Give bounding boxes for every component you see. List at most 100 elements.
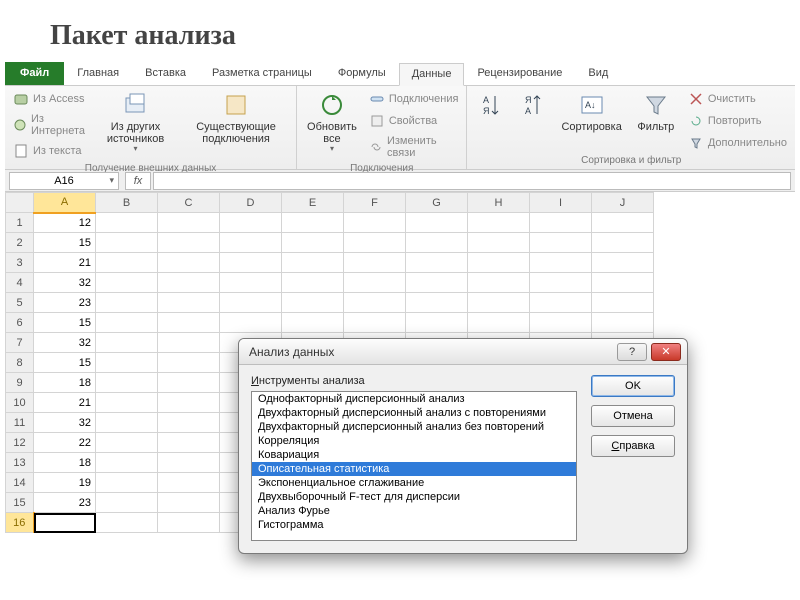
cell[interactable] (406, 233, 468, 253)
row-header[interactable]: 4 (6, 273, 34, 293)
tab-insert[interactable]: Вставка (132, 62, 199, 85)
name-box[interactable]: A16 (9, 172, 119, 190)
list-item[interactable]: Однофакторный дисперсионный анализ (252, 392, 576, 406)
row-header[interactable]: 3 (6, 253, 34, 273)
fx-button[interactable]: fx (125, 172, 151, 190)
cell[interactable] (220, 313, 282, 333)
from-web-button[interactable]: Из Интернета (11, 111, 89, 139)
cell[interactable] (158, 433, 220, 453)
row-header[interactable]: 8 (6, 353, 34, 373)
row-header[interactable]: 6 (6, 313, 34, 333)
advanced-filter-button[interactable]: Дополнительно (686, 133, 789, 153)
cell[interactable] (344, 233, 406, 253)
tab-pagelayout[interactable]: Разметка страницы (199, 62, 325, 85)
cell[interactable] (592, 273, 654, 293)
cell[interactable] (530, 233, 592, 253)
column-header[interactable]: E (282, 193, 344, 213)
from-access-button[interactable]: Из Access (11, 89, 89, 109)
cell[interactable]: 32 (34, 413, 96, 433)
properties-button[interactable]: Свойства (367, 111, 461, 131)
cell[interactable]: 19 (34, 473, 96, 493)
cell[interactable]: 21 (34, 393, 96, 413)
cell[interactable] (96, 333, 158, 353)
list-item[interactable]: Гистограмма (252, 518, 576, 532)
cell[interactable] (468, 233, 530, 253)
list-item[interactable]: Двухвыборочный F-тест для дисперсии (252, 490, 576, 504)
column-header[interactable]: C (158, 193, 220, 213)
ok-button[interactable]: OK (591, 375, 675, 397)
tab-formulas[interactable]: Формулы (325, 62, 399, 85)
help-button[interactable]: Справка (591, 435, 675, 457)
cell[interactable] (406, 253, 468, 273)
select-all-corner[interactable] (6, 193, 34, 213)
list-item[interactable]: Двухфакторный дисперсионный анализ без п… (252, 420, 576, 434)
row-header[interactable]: 1 (6, 213, 34, 233)
column-header[interactable]: I (530, 193, 592, 213)
cell[interactable] (220, 273, 282, 293)
row-header[interactable]: 9 (6, 373, 34, 393)
cell[interactable] (158, 333, 220, 353)
sort-button[interactable]: A↓ Сортировка (557, 89, 625, 135)
row-header[interactable]: 7 (6, 333, 34, 353)
column-header[interactable]: A (34, 193, 96, 213)
cell[interactable] (468, 253, 530, 273)
cell[interactable] (530, 313, 592, 333)
column-header[interactable]: F (344, 193, 406, 213)
tab-home[interactable]: Главная (64, 62, 132, 85)
cell[interactable] (530, 293, 592, 313)
row-header[interactable]: 13 (6, 453, 34, 473)
cell[interactable] (158, 453, 220, 473)
cell[interactable] (96, 393, 158, 413)
cell[interactable] (96, 293, 158, 313)
from-text-button[interactable]: Из текста (11, 141, 89, 161)
cell[interactable] (96, 433, 158, 453)
cell[interactable] (158, 373, 220, 393)
column-header[interactable]: B (96, 193, 158, 213)
row-header[interactable]: 14 (6, 473, 34, 493)
cell[interactable] (282, 213, 344, 233)
cell[interactable] (158, 353, 220, 373)
cell[interactable] (158, 293, 220, 313)
row-header[interactable]: 10 (6, 393, 34, 413)
row-header[interactable]: 15 (6, 493, 34, 513)
tab-view[interactable]: Вид (575, 62, 621, 85)
cell[interactable] (158, 253, 220, 273)
row-header[interactable]: 5 (6, 293, 34, 313)
cell[interactable]: 15 (34, 353, 96, 373)
cell[interactable] (468, 213, 530, 233)
list-item[interactable]: Экспоненциальное сглаживание (252, 476, 576, 490)
cell[interactable] (96, 313, 158, 333)
reapply-button[interactable]: Повторить (686, 111, 789, 131)
cell[interactable] (592, 253, 654, 273)
cell[interactable] (96, 273, 158, 293)
cell[interactable] (344, 253, 406, 273)
cell[interactable] (96, 233, 158, 253)
cell[interactable] (158, 473, 220, 493)
from-other-sources-button[interactable]: Из других источников ▾ (95, 89, 176, 156)
tab-file[interactable]: Файл (5, 62, 64, 85)
row-header[interactable]: 12 (6, 433, 34, 453)
cell[interactable]: 15 (34, 313, 96, 333)
cell[interactable] (282, 293, 344, 313)
cell[interactable] (34, 513, 96, 533)
cell[interactable] (96, 493, 158, 513)
cell[interactable] (282, 313, 344, 333)
cell[interactable] (96, 373, 158, 393)
cell[interactable] (530, 273, 592, 293)
cell[interactable]: 18 (34, 453, 96, 473)
list-item[interactable]: Корреляция (252, 434, 576, 448)
cell[interactable]: 18 (34, 373, 96, 393)
row-header[interactable]: 2 (6, 233, 34, 253)
cell[interactable] (468, 293, 530, 313)
cell[interactable] (220, 253, 282, 273)
cancel-button[interactable]: Отмена (591, 405, 675, 427)
cell[interactable] (158, 513, 220, 533)
cell[interactable] (592, 313, 654, 333)
cell[interactable] (220, 293, 282, 313)
cell[interactable] (96, 413, 158, 433)
tab-review[interactable]: Рецензирование (464, 62, 575, 85)
cell[interactable] (282, 273, 344, 293)
formula-input[interactable] (153, 172, 791, 190)
cell[interactable] (344, 313, 406, 333)
close-window-button[interactable]: ✕ (651, 343, 681, 361)
